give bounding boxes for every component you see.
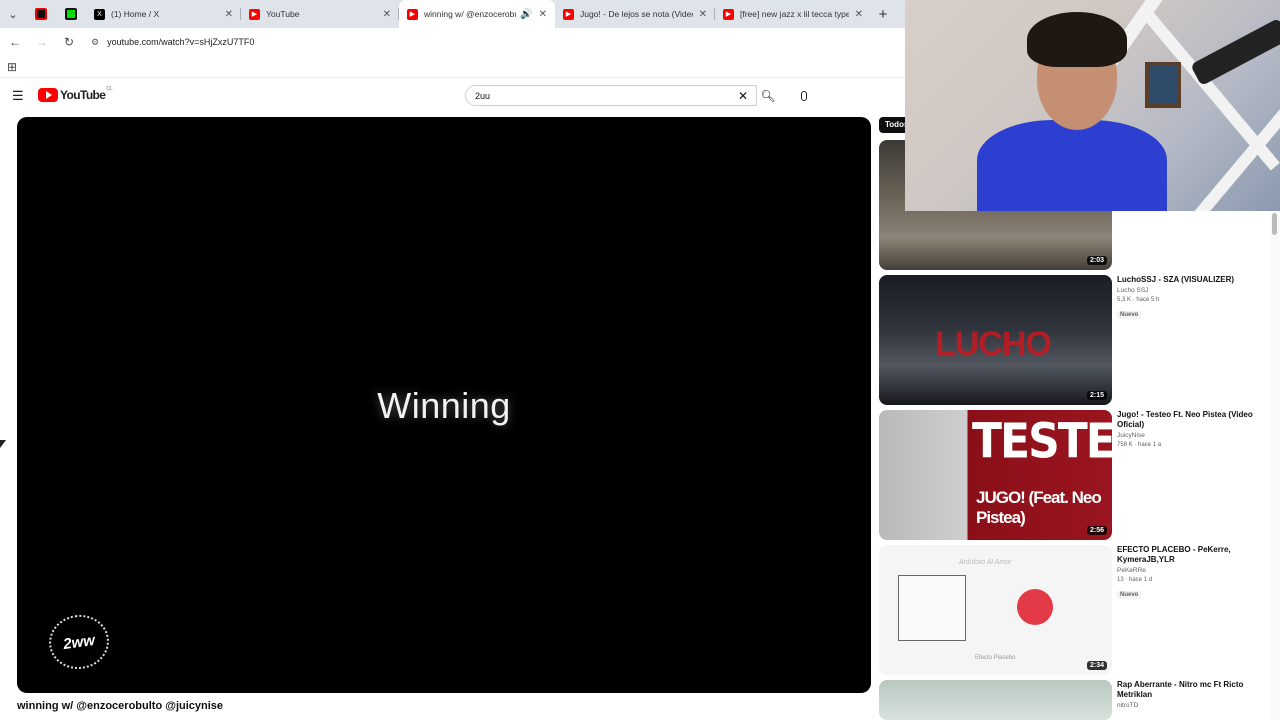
video-thumbnail[interactable]: Antídoto Al Amor Efecto Placebo 2:34 xyxy=(879,545,1112,675)
pinned-kick-icon xyxy=(65,8,77,20)
browser-tab-bar: ⌄ X (1) Home / X ✕ ▶ YouTube ✕ ▶ winning… xyxy=(0,0,905,28)
apps-grid-icon[interactable]: ⊞ xyxy=(7,60,17,74)
thumbnail-photo xyxy=(898,575,966,641)
webcam-microphone xyxy=(1190,17,1280,87)
video-stats: 13 · hace 1 d xyxy=(1117,577,1153,583)
pinned-app-icon xyxy=(35,8,47,20)
search-icon: 🔍︎ xyxy=(760,88,776,103)
channel-name[interactable]: Lucho SSJ xyxy=(1117,287,1257,294)
url-field[interactable]: ⚙ youtube.com/watch?v=sHjZxzU7TF0 xyxy=(91,37,254,48)
search-input[interactable]: 2uu ✕ xyxy=(465,85,757,106)
video-thumbnail[interactable]: LUCHO 2:15 xyxy=(879,275,1112,405)
youtube-icon: ▶ xyxy=(563,8,574,20)
tab-winning-video[interactable]: ▶ winning w/ @enzocerobulto 🔊 ✕ xyxy=(399,0,555,28)
reload-button[interactable]: ↻ xyxy=(57,30,81,54)
menu-icon[interactable]: ☰ xyxy=(12,88,24,104)
video-thumbnail[interactable] xyxy=(879,680,1112,720)
channel-name[interactable]: PeKeRRe xyxy=(1117,567,1257,574)
video-stats: 758 K · hace 1 a xyxy=(1117,442,1162,448)
speaker-icon[interactable]: 🔊 xyxy=(520,9,532,20)
tab-jugo-video[interactable]: ▶ Jugo! - De lejos se nota (Video ✕ xyxy=(555,0,715,28)
voice-search-button[interactable] xyxy=(794,85,814,106)
channel-name[interactable]: nitroTD xyxy=(1117,702,1257,709)
webcam-person-shirt xyxy=(977,120,1167,211)
youtube-play-icon xyxy=(38,88,58,102)
page-scrollbar[interactable] xyxy=(1270,211,1280,720)
new-tab-button[interactable]: + xyxy=(871,0,895,28)
video-title: winning w/ @enzocerobulto @juicynise xyxy=(17,700,224,712)
video-title[interactable]: Jugo! - Testeo Ft. Neo Pistea (Video Ofi… xyxy=(1117,410,1257,430)
pinned-tab-2[interactable] xyxy=(56,0,86,28)
channel-watermark-logo: 2ww xyxy=(45,611,113,673)
new-badge: Nuevo xyxy=(1117,311,1142,319)
youtube-icon: ▶ xyxy=(249,8,260,20)
close-icon[interactable]: ✕ xyxy=(855,9,863,20)
search-button[interactable]: 🔍︎ xyxy=(757,85,779,106)
youtube-logo[interactable]: YouTube CL xyxy=(38,86,113,102)
youtube-icon: ▶ xyxy=(407,8,418,20)
channel-name[interactable]: JuicyNise xyxy=(1117,432,1257,439)
webcam-person-hair xyxy=(1027,12,1127,67)
duration-badge: 2:56 xyxy=(1086,526,1107,535)
clear-search-icon[interactable]: ✕ xyxy=(738,89,748,103)
video-title[interactable]: Rap Aberrante - Nitro mc Ft Ricto Metrik… xyxy=(1117,680,1257,700)
recommendations-list: 2:03 LUCHO 2:15 LuchoSSJ - SZA (VISUALIZ… xyxy=(879,140,1269,720)
video-title[interactable]: EFECTO PLACEBO - PeKerre, KymeraJB,YLR xyxy=(1117,545,1257,565)
list-item[interactable]: TESTEO JUGO! (Feat. Neo Pistea) 2:56 Jug… xyxy=(879,410,1269,545)
scrollbar-thumb[interactable] xyxy=(1272,213,1277,235)
list-item[interactable]: LUCHO 2:15 LuchoSSJ - SZA (VISUALIZER) L… xyxy=(879,275,1269,410)
tab-search-icon[interactable]: ⌄ xyxy=(0,0,26,28)
duration-badge: 2:15 xyxy=(1086,391,1107,400)
tab-youtube[interactable]: ▶ YouTube ✕ xyxy=(241,0,399,28)
video-overlay-text: Winning xyxy=(377,385,511,426)
new-badge: Nuevo xyxy=(1117,591,1142,599)
mouse-cursor xyxy=(0,440,6,448)
lips-graphic xyxy=(1017,589,1053,625)
pinned-tab-1[interactable] xyxy=(26,0,56,28)
microphone-icon xyxy=(801,90,807,101)
close-icon[interactable]: ✕ xyxy=(383,9,391,20)
bookmarks-bar: ⊞ xyxy=(0,56,905,78)
close-icon[interactable]: ✕ xyxy=(699,9,707,20)
webcam-overlay xyxy=(905,0,1280,211)
duration-badge: 2:03 xyxy=(1086,256,1107,265)
close-icon[interactable]: ✕ xyxy=(225,9,233,20)
list-item[interactable]: Rap Aberrante - Nitro mc Ft Ricto Metrik… xyxy=(879,680,1269,720)
address-bar: ← → ↻ ⚙ youtube.com/watch?v=sHjZxzU7TF0 xyxy=(0,28,905,56)
duration-badge: 2:34 xyxy=(1086,661,1107,670)
youtube-icon: ▶ xyxy=(723,8,734,20)
video-stats: 5,3 K · hace 5 h xyxy=(1117,297,1160,303)
video-player[interactable]: Winning 2ww xyxy=(17,117,871,693)
forward-button[interactable]: → xyxy=(30,30,54,54)
back-button[interactable]: ← xyxy=(3,30,27,54)
x-icon: X xyxy=(94,8,105,20)
video-title[interactable]: LuchoSSJ - SZA (VISUALIZER) xyxy=(1117,275,1257,285)
site-info-icon[interactable]: ⚙ xyxy=(91,37,99,48)
close-icon[interactable]: ✕ xyxy=(539,9,547,20)
tab-x-home[interactable]: X (1) Home / X ✕ xyxy=(86,0,241,28)
tab-jazz-beat[interactable]: ▶ [free] new jazz x lil tecca type b ✕ xyxy=(715,0,871,28)
wall-picture xyxy=(1145,62,1181,108)
video-thumbnail[interactable]: TESTEO JUGO! (Feat. Neo Pistea) 2:56 xyxy=(879,410,1112,540)
list-item[interactable]: Antídoto Al Amor Efecto Placebo 2:34 EFE… xyxy=(879,545,1269,680)
